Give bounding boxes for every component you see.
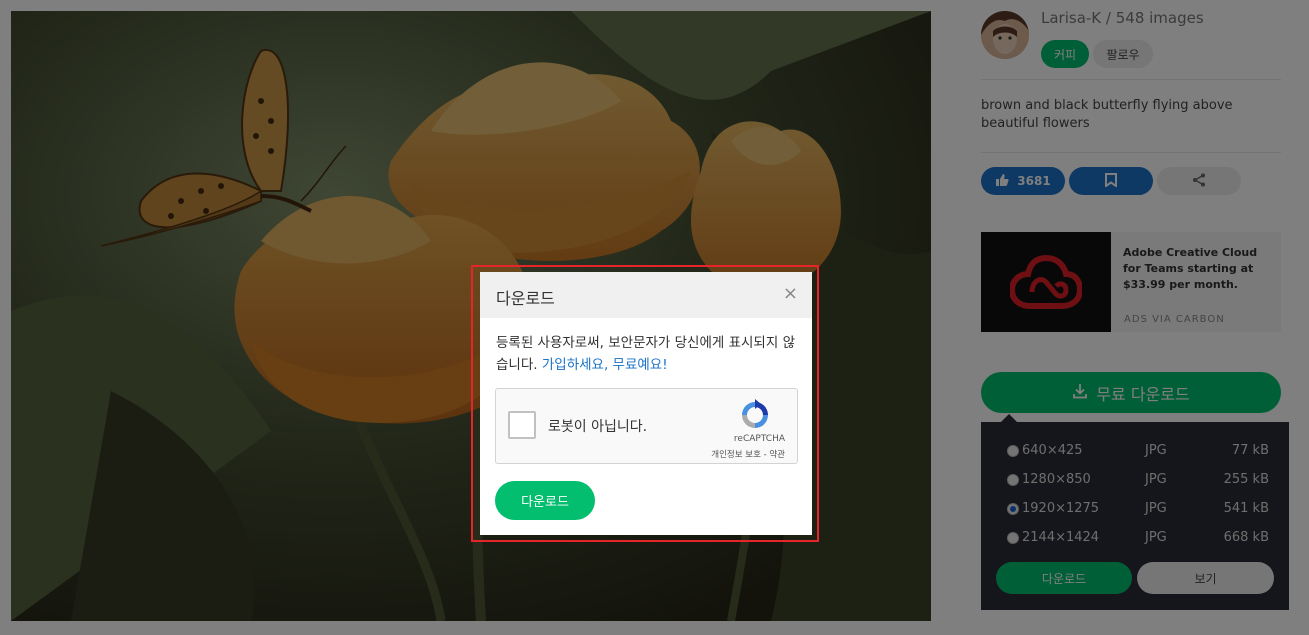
recaptcha-privacy-terms[interactable]: 개인정보 보호 - 약관: [711, 448, 785, 460]
recaptcha-logo-icon: [739, 399, 771, 435]
signup-link[interactable]: 가입하세요, 무료예요!: [542, 357, 668, 373]
recaptcha-label: 로봇이 아닙니다.: [548, 419, 648, 435]
recaptcha-brand: reCAPTCHA: [733, 434, 785, 444]
modal-title: 다운로드: [496, 289, 555, 308]
recaptcha-widget: 로봇이 아닙니다. reCAPTCHA 개인정보 보호 - 약관: [495, 388, 798, 464]
recaptcha-checkbox[interactable]: [508, 411, 536, 439]
download-modal: 다운로드 × 등록된 사용자로써, 보안문자가 당신에게 표시되지 않습니다. …: [480, 272, 812, 535]
modal-header: 다운로드 ×: [480, 272, 812, 318]
modal-download-button[interactable]: 다운로드: [495, 481, 595, 520]
close-icon[interactable]: ×: [783, 283, 798, 304]
modal-message: 등록된 사용자로써, 보안문자가 당신에게 표시되지 않습니다. 가입하세요, …: [496, 332, 801, 376]
